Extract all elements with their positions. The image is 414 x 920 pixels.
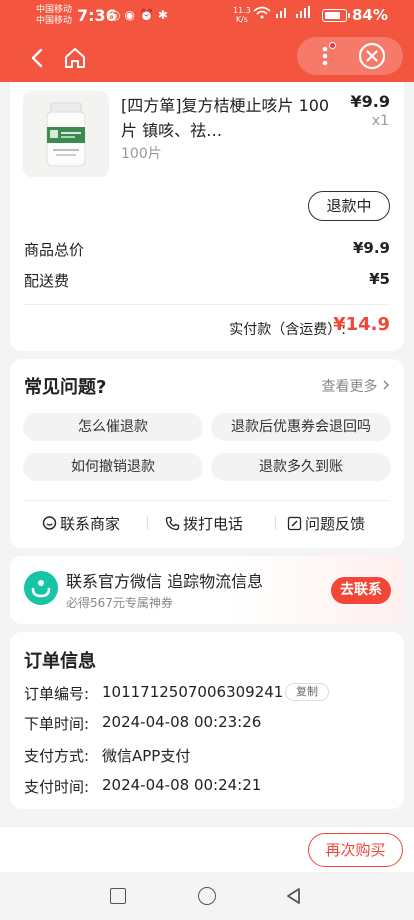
signal-icons [252,5,314,22]
system-nav-bar [0,872,414,920]
close-icon[interactable] [357,41,387,71]
back-system-icon[interactable] [285,887,303,905]
carrier-label: 中国移动 中国移动 [36,5,76,27]
chevron-right-icon [383,380,390,390]
faq-more-label: 查看更多 [321,379,378,395]
mini-program-capsule [297,37,403,75]
faq-question[interactable]: 如何撤销退款 [23,453,203,481]
product-quantity: x1 [371,113,389,129]
notification-dot [329,42,336,49]
payment-time-label: 支付时间: [24,778,90,796]
faq-question[interactable]: 退款多久到账 [211,453,391,481]
payment-time-value: 2024-04-08 00:24:21 [102,776,262,794]
battery-icon [322,9,350,22]
bluetooth-icon: ✱ [157,8,172,22]
feedback-icon [287,516,302,531]
medicine-bottle-image [46,102,86,167]
divider [24,304,390,305]
goods-total-label: 商品总价 [24,241,85,259]
net-speed-unit: K/s [235,15,248,24]
faq-more-link[interactable]: 查看更多 [322,376,390,396]
call-button[interactable]: 拨打电话 [165,513,243,534]
more-icon[interactable] [307,41,343,71]
battery-percent: 84% [352,6,388,24]
app-notification-icon: ◎ [110,8,125,22]
clock-icon: ⏰ [138,8,158,22]
product-image[interactable] [23,91,109,177]
home-system-icon[interactable] [198,887,216,905]
call-label: 拨打电话 [183,515,244,533]
goods-total-value: ¥9.9 [352,239,390,257]
product-price: ¥9.9 [350,92,390,111]
network-speed: 11.3 K/s [233,6,251,24]
order-info-card: 订单信息 订单编号: 1011712507006309241 复制 下单时间: … [10,632,404,809]
order-number-label: 订单编号: [24,685,90,703]
feedback-button[interactable]: 问题反馈 [287,513,365,534]
order-number-value: 1011712507006309241 [102,683,284,701]
wechat-banner-title: 联系官方微信 追踪物流信息 [66,572,264,591]
product-card: [四方箪]复方桔梗止咳片 100片 镇咳、祛… 100片 ¥9.9 x1 退款中… [10,82,404,351]
notification-icons: ◎◉⏰✱ [110,8,172,22]
order-time-value: 2024-04-08 00:23:26 [102,713,262,731]
payment-method-label: 支付方式: [24,747,90,765]
feedback-label: 问题反馈 [305,515,366,533]
order-info-title: 订单信息 [24,651,96,672]
wechat-banner-subtitle: 必得567元专属神券 [66,596,173,610]
carrier-1: 中国移动 [36,5,73,15]
order-time-label: 下单时间: [24,715,90,733]
faq-title: 常见问题? [24,377,107,398]
wechat-contact-banner[interactable]: 联系官方微信 追踪物流信息 必得567元专属神券 去联系 [10,556,404,624]
product-spec: 100片 [121,146,162,162]
chat-icon [42,516,57,530]
refund-status-button[interactable]: 退款中 [308,191,390,221]
paid-value: ¥14.9 [333,314,390,335]
product-name[interactable]: [四方箪]复方桔梗止咳片 100片 镇咳、祛… [121,93,336,143]
wifi-signal-icon [253,6,310,19]
smile-icon [31,580,51,598]
bottom-action-bar: 再次购买 [0,826,414,872]
faq-card: 常见问题? 查看更多 怎么催退款 退款后优惠券会退回吗 如何撤销退款 退款多久到… [10,359,404,548]
payment-method-value: 微信APP支付 [102,747,191,765]
faq-question[interactable]: 退款后优惠券会退回吗 [211,413,391,441]
rebuy-button[interactable]: 再次购买 [308,833,403,867]
carrier-2: 中国移动 [36,16,73,26]
paid-label: 实付款（含运费）: [229,322,346,338]
divider [24,500,390,501]
net-speed-value: 11.3 [233,6,251,15]
shipping-value: ¥5 [369,270,390,288]
wechat-service-icon [24,571,58,605]
top-nav-bar [0,34,414,82]
phone-icon [165,516,180,531]
home-icon[interactable] [61,44,89,72]
back-icon[interactable] [26,44,50,72]
copy-button[interactable]: 复制 [285,683,329,701]
separator [275,516,276,530]
faq-question[interactable]: 怎么催退款 [23,413,203,441]
contact-merchant-label: 联系商家 [60,515,121,533]
shipping-label: 配送费 [24,272,70,290]
go-contact-button[interactable]: 去联系 [331,577,391,604]
recent-apps-icon[interactable] [110,888,126,904]
contact-merchant-button[interactable]: 联系商家 [42,513,120,534]
status-bar: 中国移动 中国移动 7:36 ◎◉⏰✱ 11.3 K/s 84% [0,0,414,34]
alarm-icon: ◉ [124,8,139,22]
separator [147,516,148,530]
